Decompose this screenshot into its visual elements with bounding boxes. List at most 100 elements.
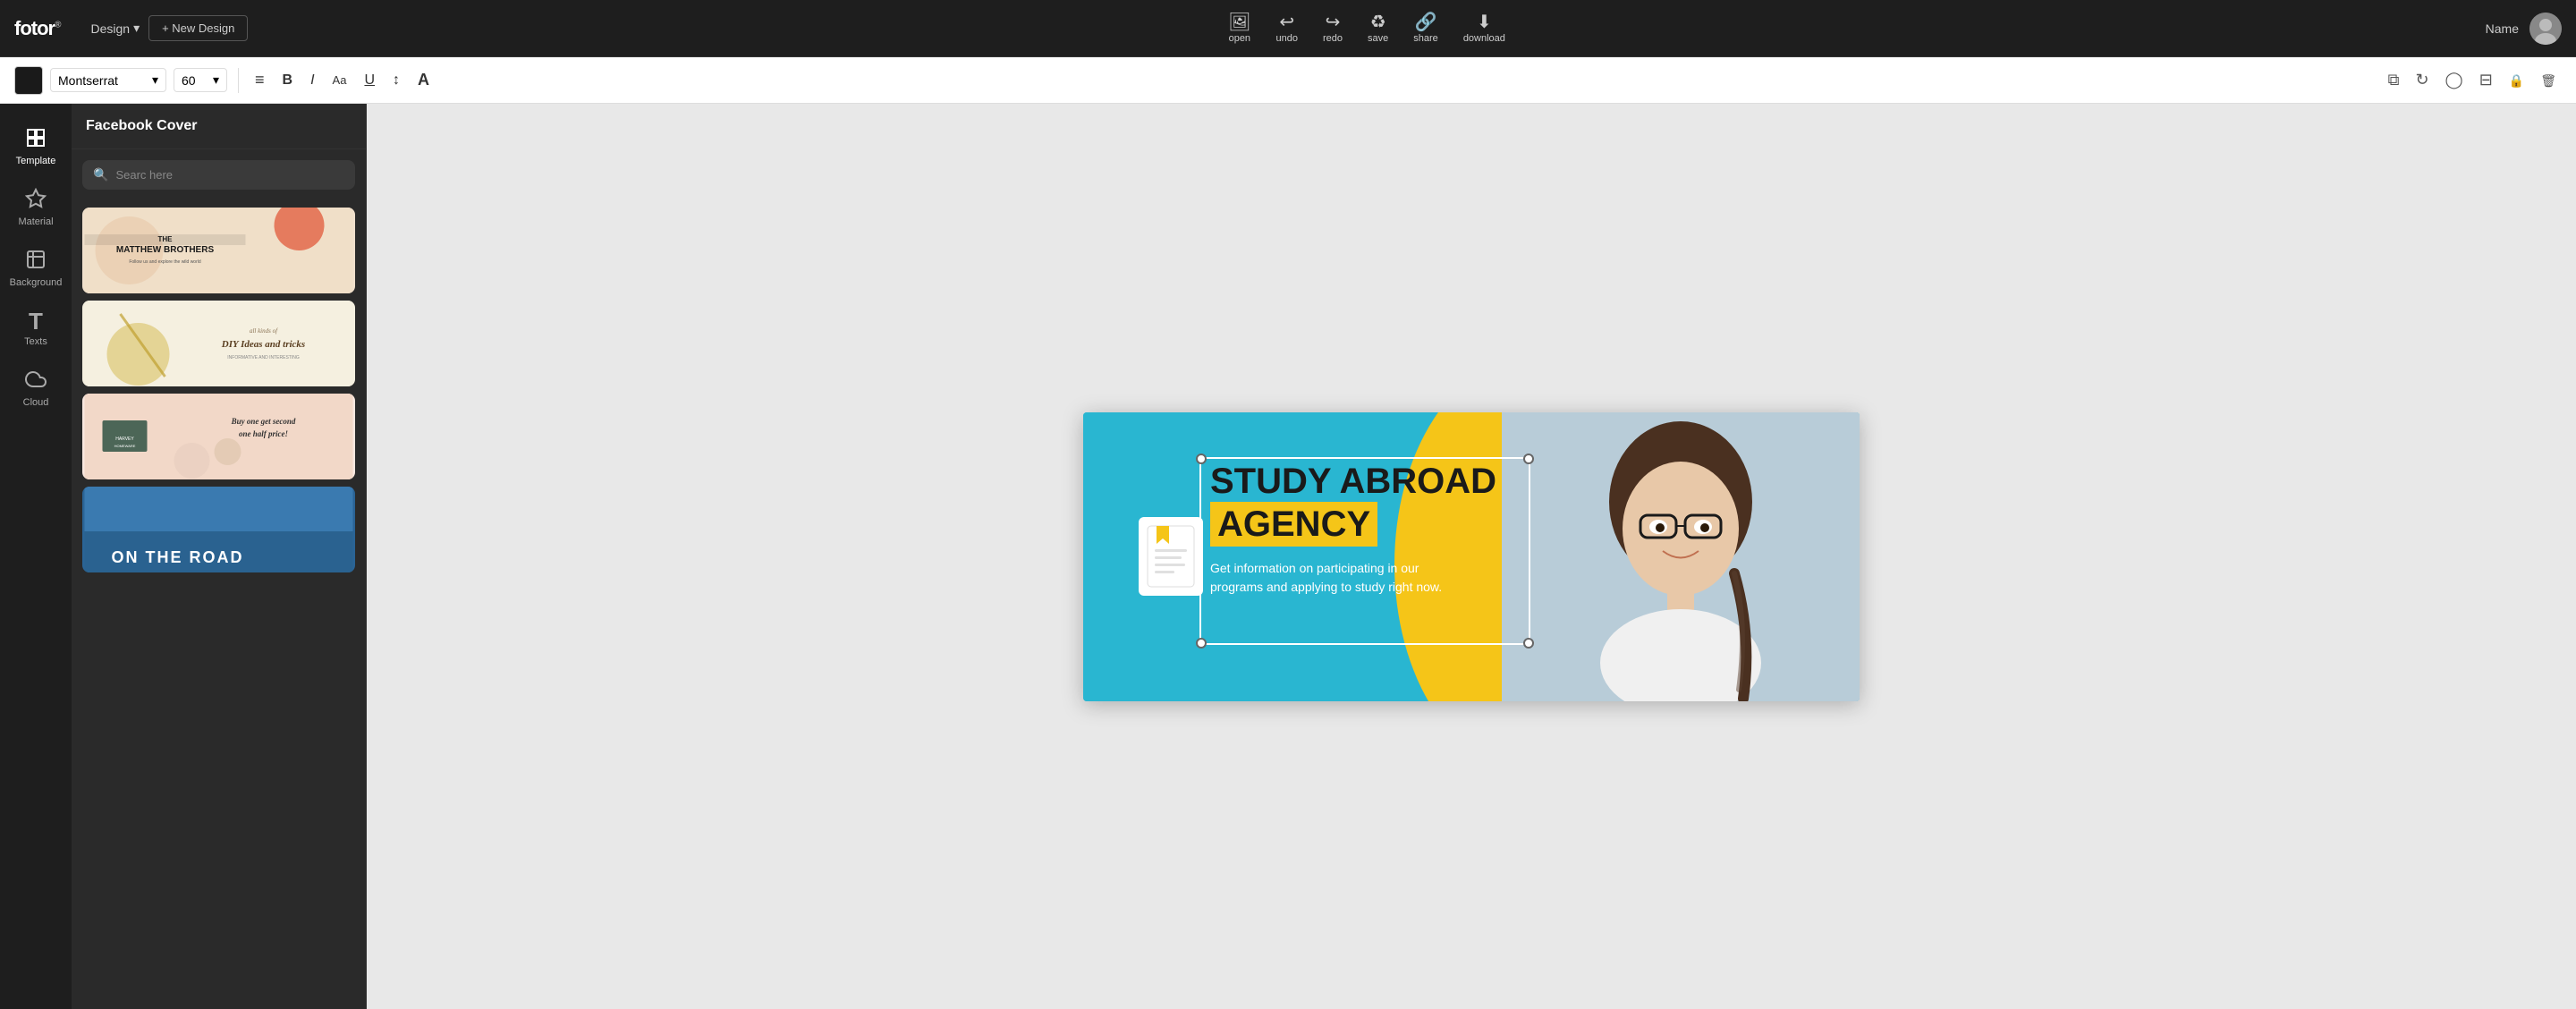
document-icon	[1139, 517, 1203, 596]
material-icon	[25, 188, 47, 213]
copy-button[interactable]: ⧉	[2383, 67, 2405, 93]
font-size-icon: Aa	[333, 73, 347, 87]
open-label: open	[1229, 33, 1250, 44]
svg-text:Follow us and explore the wild: Follow us and explore the wild world	[129, 259, 201, 265]
align-button[interactable]: ≡	[250, 67, 270, 93]
template-panel: Facebook Cover 🔍 THE MATTHEW BROTHERS Fo…	[72, 104, 367, 1009]
canvas-text-content: STUDY ABROAD AGENCY Get information on p…	[1210, 462, 1496, 597]
chevron-down-icon: ▾	[213, 72, 219, 88]
format-right: ⧉ ↻ ◯ ⊟ 🔒 🗑	[2383, 67, 2562, 93]
toolbar-center: 🖼 open ↩ undo ↪ redo ♻ save 🔗 share ⬇ do…	[248, 13, 2485, 44]
search-box: 🔍	[82, 160, 355, 190]
new-design-button[interactable]: + New Design	[148, 15, 248, 41]
svg-text:Buy one get second: Buy one get second	[231, 417, 296, 426]
svg-text:ON THE ROAD: ON THE ROAD	[112, 548, 244, 566]
trash-icon: 🗑	[2540, 73, 2556, 88]
save-action[interactable]: ♻ save	[1368, 13, 1388, 44]
search-input[interactable]	[115, 168, 344, 182]
template-card-ontheroad[interactable]: ON THE ROAD ON THE ROAD	[82, 487, 355, 572]
background-icon	[25, 249, 47, 274]
underline-button[interactable]: U	[359, 69, 380, 92]
redo-action[interactable]: ↪ redo	[1323, 13, 1343, 44]
spacing-button[interactable]: ↕	[387, 69, 405, 92]
logo-area: fotor®	[14, 17, 60, 40]
toolbar-right: Name	[2486, 13, 2562, 45]
redo-label: redo	[1323, 33, 1343, 44]
search-icon: 🔍	[93, 167, 108, 182]
lock-button[interactable]: 🔒	[2504, 67, 2529, 93]
color-swatch[interactable]	[14, 66, 43, 95]
design-label: Design	[90, 21, 130, 36]
texts-icon: T	[29, 309, 43, 333]
font-size-button[interactable]: Aa	[327, 70, 352, 90]
download-icon: ⬇	[1477, 13, 1492, 31]
open-action[interactable]: 🖼 open	[1228, 13, 1250, 44]
sidebar-item-cloud[interactable]: Cloud	[4, 360, 68, 417]
sidebar-item-material[interactable]: Material	[4, 179, 68, 236]
sidebar-item-background[interactable]: Background	[4, 240, 68, 297]
svg-text:THE: THE	[158, 235, 174, 243]
svg-text:INFORMATIVE AND INTERESTING: INFORMATIVE AND INTERESTING	[227, 355, 300, 360]
font-size-value: 60	[182, 73, 196, 88]
templates-grid: THE MATTHEW BROTHERS Follow us and explo…	[72, 200, 366, 1009]
divider-1	[238, 68, 239, 93]
sidebar: Template Material Background T Texts	[0, 104, 72, 1009]
copy-icon: ⧉	[2388, 71, 2400, 89]
open-icon: 🖼	[1228, 13, 1250, 31]
sidebar-item-label: Template	[16, 156, 56, 166]
bold-button[interactable]: B	[277, 69, 299, 92]
share-icon: 🔗	[1415, 13, 1437, 31]
layers-button[interactable]: ⊟	[2474, 67, 2498, 93]
undo-action[interactable]: ↩ undo	[1276, 13, 1298, 44]
share-action[interactable]: 🔗 share	[1413, 13, 1438, 44]
italic-icon: I	[310, 72, 314, 89]
refresh-button[interactable]: ↻	[2410, 67, 2434, 93]
case-button[interactable]: A	[412, 67, 435, 93]
format-toolbar: Montserrat ▾ 60 ▾ ≡ B I Aa U ↕ A ⧉ ↻ ◯ ⊟	[0, 57, 2576, 104]
font-family-selector[interactable]: Montserrat ▾	[50, 68, 166, 92]
save-icon: ♻	[1370, 13, 1386, 31]
canvas-subtext: Get information on participating in our …	[1210, 559, 1461, 597]
font-size-selector[interactable]: 60 ▾	[174, 68, 227, 92]
chevron-down-icon: ▾	[152, 72, 158, 88]
fotor-logo: fotor®	[14, 17, 60, 40]
download-action[interactable]: ⬇ download	[1463, 13, 1505, 44]
save-label: save	[1368, 33, 1388, 44]
svg-text:DIY Ideas and tricks: DIY Ideas and tricks	[221, 339, 305, 350]
headline-line2-wrapper: AGENCY	[1210, 504, 1496, 545]
svg-text:HARVEY: HARVEY	[115, 437, 134, 442]
undo-icon: ↩	[1279, 13, 1294, 31]
italic-button[interactable]: I	[305, 69, 319, 92]
template-card-matthew[interactable]: THE MATTHEW BROTHERS Follow us and explo…	[82, 208, 355, 293]
circle-icon: ◯	[2445, 71, 2463, 89]
template-card-diy[interactable]: all kinds of DIY Ideas and tricks INFORM…	[82, 301, 355, 386]
template-icon	[25, 127, 47, 152]
refresh-icon: ↻	[2415, 71, 2428, 89]
design-button[interactable]: Design	[81, 15, 148, 41]
sidebar-item-label: Background	[10, 277, 63, 288]
download-label: download	[1463, 33, 1505, 44]
spacing-icon: ↕	[393, 72, 400, 89]
design-canvas[interactable]: STUDY ABROAD AGENCY Get information on p…	[1083, 412, 1860, 701]
trash-button[interactable]: 🗑	[2535, 67, 2562, 93]
sidebar-item-texts[interactable]: T Texts	[4, 301, 68, 356]
undo-label: undo	[1276, 33, 1298, 44]
panel-title: Facebook Cover	[86, 118, 197, 133]
chevron-down-icon	[133, 21, 140, 36]
sidebar-item-template[interactable]: Template	[4, 118, 68, 175]
canvas-area: STUDY ABROAD AGENCY Get information on p…	[367, 104, 2576, 1009]
font-family-label: Montserrat	[58, 73, 118, 88]
main-content: Template Material Background T Texts	[0, 104, 2576, 1009]
layers-icon: ⊟	[2479, 71, 2493, 89]
share-label: share	[1413, 33, 1438, 44]
circle-button[interactable]: ◯	[2440, 67, 2469, 93]
lock-icon: 🔒	[2509, 73, 2524, 88]
redo-icon: ↪	[1326, 13, 1341, 31]
headline-line2: AGENCY	[1210, 502, 1377, 547]
svg-text:MATTHEW BROTHERS: MATTHEW BROTHERS	[116, 245, 215, 255]
case-icon: A	[418, 71, 429, 89]
panel-header: Facebook Cover	[72, 104, 366, 149]
template-card-harvey[interactable]: HARVEY HOMEWARE Buy one get second one h…	[82, 394, 355, 479]
svg-text:HOMEWARE: HOMEWARE	[114, 444, 136, 448]
headline-line1: STUDY ABROAD	[1210, 462, 1496, 501]
